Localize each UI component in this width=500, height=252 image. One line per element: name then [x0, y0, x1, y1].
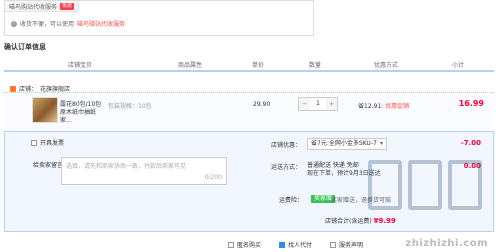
anonymous-checkbox[interactable]	[228, 241, 234, 248]
anonymous-label: 匿名购买	[237, 242, 262, 249]
service-checkbox[interactable]	[330, 241, 337, 248]
page-title: 确认订单信息	[4, 43, 46, 51]
col-subtotal: 小计	[452, 62, 465, 69]
minus-button[interactable]: −	[299, 98, 310, 110]
promo-tab-label: 喵鸟购站代收服务	[9, 3, 58, 11]
info-icon: !	[11, 20, 17, 27]
discount-tag: 优惠促销	[385, 103, 410, 110]
free-badge: 免费	[60, 2, 75, 10]
quantity-value[interactable]: 1	[310, 98, 326, 110]
message-placeholder: 选填，请先和商家协商一致，付款后商家可见	[66, 163, 187, 170]
total-label: 店铺合计(含运费)	[325, 218, 372, 225]
promo-line: ! 收货不便，可以使用 喵鸟驿站代收服务	[11, 19, 125, 28]
col-qty: 数量	[309, 62, 322, 69]
coupon-amount: -7.00	[460, 139, 481, 147]
message-input[interactable]: 选填，请先和商家协商一致，付款后商家可见 0/200	[61, 157, 227, 185]
promo-tab[interactable]: 喵鸟购站代收服务 免费	[5, 1, 80, 12]
product-title[interactable]: 露花80包/10包原木纸巾抽纸家...	[60, 101, 106, 125]
promo-link[interactable]: 喵鸟驿站代收服务	[77, 19, 125, 28]
coupon-label: 店铺优惠：	[271, 142, 302, 149]
pay-for-me-label: 找人代付	[288, 242, 313, 249]
service-option[interactable]: 服务声明	[330, 240, 363, 249]
product-subtotal: 16.99	[458, 99, 484, 108]
invoice-option[interactable]: 开具发票	[31, 138, 64, 147]
col-price: 单价	[252, 62, 265, 69]
col-item: 店铺宝贝	[68, 62, 93, 69]
anonymous-option[interactable]: 匿名购买	[228, 240, 261, 249]
store-icon	[10, 85, 16, 92]
pay-for-me-option[interactable]: 找人代付	[279, 240, 312, 249]
product-property: 包装规格：10包	[108, 103, 152, 110]
product-discount: 省12.91: 优惠促销	[358, 101, 409, 110]
watermark-url: zhizhizhi.com	[405, 238, 488, 249]
watermark-logo	[368, 160, 488, 220]
column-headers: 店铺宝贝 商品属性 单价 数量 优惠方式 小计	[4, 60, 494, 72]
watermark-glyph	[448, 160, 482, 210]
insurance-label: 运费险：	[279, 197, 304, 204]
coupon-value: 省7元:全网小金多SKU-7	[311, 140, 377, 147]
ship-label: 运送方式：	[271, 164, 302, 171]
product-row: 露花80包/10包原木纸巾抽纸家... 包装规格：10包 29.90 − 1 +…	[4, 92, 494, 131]
product-thumbnail[interactable]	[32, 97, 58, 123]
product-price: 29.90	[253, 101, 271, 108]
discount-amount: 省12.91:	[358, 103, 384, 110]
invoice-checkbox[interactable]	[31, 139, 37, 146]
message-count: 0/200	[204, 174, 222, 181]
watermark-glyph	[408, 160, 442, 210]
watermark-glyph	[368, 160, 402, 210]
pay-for-me-checkbox[interactable]	[279, 241, 286, 248]
promo-line-text: 收货不便，可以使用	[20, 21, 75, 28]
plus-button[interactable]: +	[326, 98, 337, 110]
coupon-select[interactable]: 省7元:全网小金多SKU-7 ▾	[307, 138, 387, 150]
quantity-stepper[interactable]: − 1 +	[298, 97, 338, 111]
col-discount: 优惠方式	[374, 62, 399, 69]
service-label: 服务声明	[339, 242, 364, 249]
footer-options: 匿名购买 找人代付 服务声明	[228, 240, 363, 249]
chevron-down-icon: ▾	[379, 140, 383, 147]
promo-panel: 喵鸟购站代收服务 免费 ! 收货不便，可以使用 喵鸟驿站代收服务	[4, 0, 314, 36]
col-prop: 商品属性	[178, 62, 203, 69]
invoice-label: 开具发票	[40, 140, 65, 147]
